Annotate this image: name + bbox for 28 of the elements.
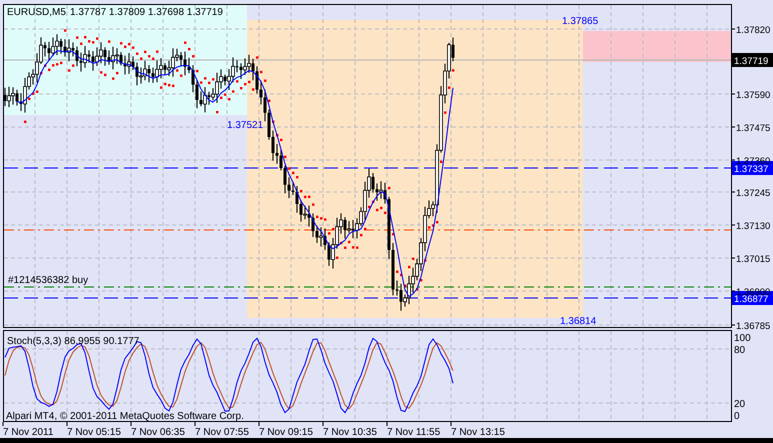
stochastic-tick: 20 [734,399,746,410]
time-tick: 7 Nov 13:15 [450,422,505,438]
time-tick: 7 Nov 06:35 [130,422,185,438]
current-price-tag: 1.37719 [732,53,773,67]
order-label: #1214536382 buy [8,275,88,286]
price-label: 1.37521 [227,120,264,131]
symbol-label: EURUSD,M5 [7,7,66,18]
price-tick: 1.36785 [730,321,770,332]
time-tick: 7 Nov 10:35 [322,422,377,438]
time-tick: 7 Nov 09:15 [258,422,313,438]
stochastic-tick: 80 [734,345,746,356]
price-tick: 1.37245 [730,188,770,199]
price-tick: 1.37590 [730,90,770,101]
stochastic-tick: 0 [734,411,740,422]
price-tick: 1.37130 [730,221,770,232]
stochastic-tick: 100 [734,333,751,344]
price-tick: 1.37015 [730,254,770,265]
quote-values: 1.37787 1.37809 1.37698 1.37719 [70,7,223,18]
price-tick: 1.37820 [730,25,770,36]
time-tick: 7 Nov 11:55 [386,422,440,438]
time-tick: 7 Nov 05:15 [66,422,121,438]
price-label: 1.36814 [560,316,596,327]
copyright-text: Alpari MT4, © 2001-2011 MetaQuotes Software Corp. [6,411,244,422]
stochastic-label: Stoch(5,3,3) 86.9955 90.1777 [7,336,140,347]
price-label: 1.37865 [562,16,598,27]
time-tick: 7 Nov 2011 [2,422,54,438]
time-tick: 7 Nov 07:55 [194,422,249,438]
price-tick: 1.37475 [730,123,770,134]
